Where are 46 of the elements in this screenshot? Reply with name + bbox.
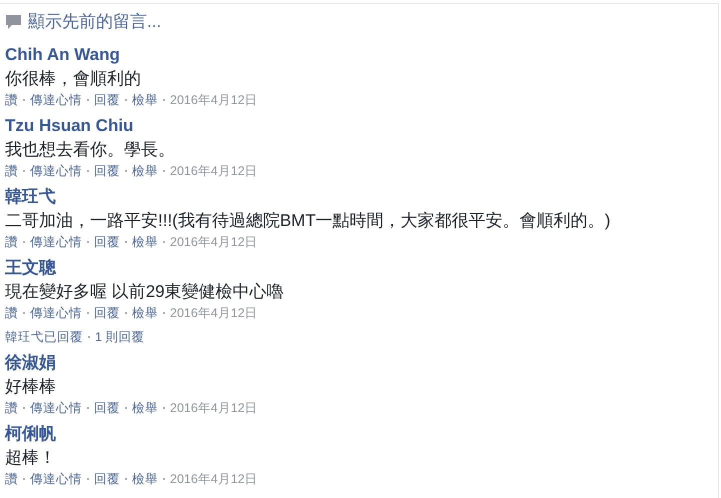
action-link[interactable]: 檢舉 bbox=[132, 162, 158, 180]
commenter-name[interactable]: Chih An Wang bbox=[5, 43, 120, 67]
comment-date: 2016年4月12日 bbox=[170, 234, 258, 251]
action-link[interactable]: 傳達心情 bbox=[30, 304, 82, 322]
comment-date: 2016年4月12日 bbox=[170, 163, 258, 180]
action-link[interactable]: 讚 bbox=[5, 304, 18, 322]
action-link[interactable]: 傳達心情 bbox=[30, 470, 82, 488]
comment-date: 2016年4月12日 bbox=[170, 92, 258, 109]
action-link[interactable]: 檢舉 bbox=[132, 470, 158, 488]
action-link[interactable]: 回覆 bbox=[94, 233, 120, 251]
view-previous-comments-link[interactable]: 顯示先前的留言... bbox=[28, 10, 162, 34]
action-link[interactable]: 回覆 bbox=[94, 162, 120, 180]
action-link[interactable]: 回覆 bbox=[94, 304, 120, 322]
comment-icon bbox=[5, 14, 22, 30]
action-link[interactable]: 傳達心情 bbox=[30, 91, 82, 109]
comment-text: 現在變好多喔 以前29東變健檢中心嚕 bbox=[5, 281, 284, 303]
action-link[interactable]: 檢舉 bbox=[132, 233, 158, 251]
comment-date: 2016年4月12日 bbox=[170, 471, 258, 488]
action-link[interactable]: 傳達心情 bbox=[30, 233, 82, 251]
comment-text: 好棒棒 bbox=[5, 376, 56, 398]
action-link[interactable]: 檢舉 bbox=[132, 399, 158, 417]
action-link[interactable]: 回覆 bbox=[94, 399, 120, 417]
action-link[interactable]: 讚 bbox=[5, 233, 18, 251]
action-link[interactable]: 讚 bbox=[5, 399, 18, 417]
action-link[interactable]: 回覆 bbox=[94, 91, 120, 109]
commenter-name[interactable]: 王文聰 bbox=[5, 256, 56, 280]
action-link[interactable]: 檢舉 bbox=[132, 304, 158, 322]
action-link[interactable]: 檢舉 bbox=[132, 91, 158, 109]
commenter-name[interactable]: 韓玨弋 bbox=[5, 185, 56, 209]
action-link[interactable]: 傳達心情 bbox=[30, 399, 82, 417]
action-link[interactable]: 回覆 bbox=[94, 470, 120, 488]
replied-by-link[interactable]: 韓玨弋已回覆 bbox=[5, 328, 83, 346]
comment-text: 你很棒，會順利的 bbox=[5, 68, 141, 90]
action-link[interactable]: 讚 bbox=[5, 162, 18, 180]
action-link[interactable]: 讚 bbox=[5, 470, 18, 488]
comment-date: 2016年4月12日 bbox=[170, 305, 258, 322]
comment-text: 超棒！ bbox=[5, 447, 56, 469]
comment-text: 我也想去看你。學長。 bbox=[5, 139, 175, 161]
reply-count-link[interactable]: 1 則回覆 bbox=[95, 328, 144, 346]
commenter-name[interactable]: 柯俐帆 bbox=[5, 422, 56, 446]
comment-text: 二哥加油，一路平安!!!(我有待過總院BMT一點時間，大家都很平安。會順利的。) bbox=[5, 210, 610, 232]
comment-date: 2016年4月12日 bbox=[170, 400, 258, 417]
action-link[interactable]: 傳達心情 bbox=[30, 162, 82, 180]
commenter-name[interactable]: 徐淑娟 bbox=[5, 351, 56, 375]
action-link[interactable]: 讚 bbox=[5, 91, 18, 109]
commenter-name[interactable]: Tzu Hsuan Chiu bbox=[5, 114, 134, 138]
